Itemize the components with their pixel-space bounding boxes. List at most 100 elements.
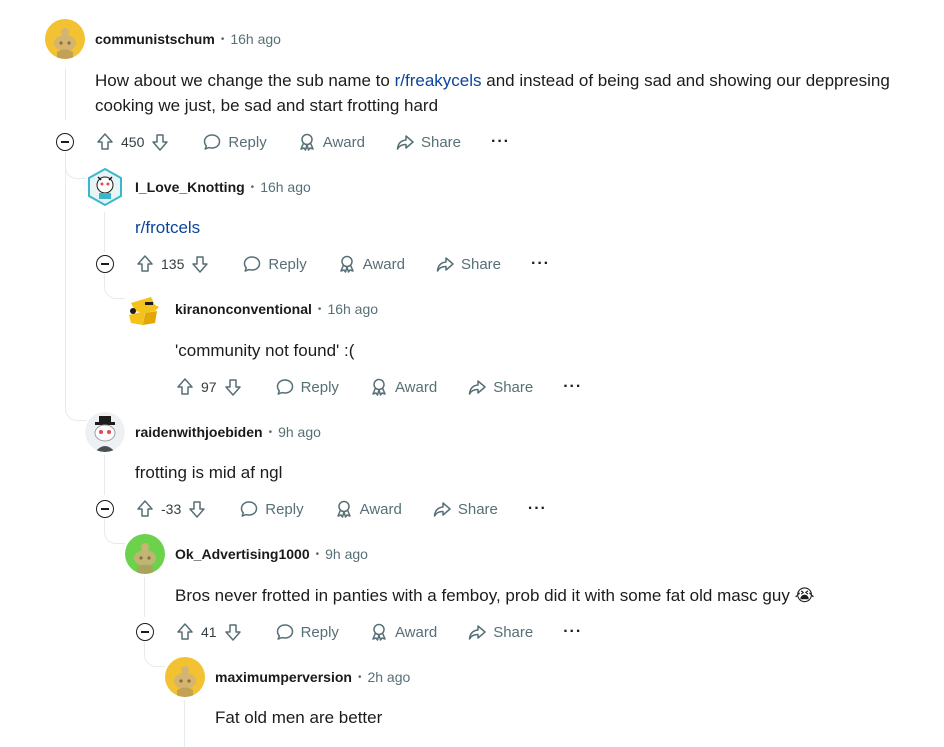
share-button[interactable]: Share xyxy=(467,377,533,397)
vote-group: -33 xyxy=(135,499,207,519)
upvote-icon[interactable] xyxy=(175,622,195,642)
upvote-icon[interactable] xyxy=(135,254,155,274)
share-icon xyxy=(435,254,455,274)
comment-body: 'community not found' :( xyxy=(175,341,355,360)
more-options-button[interactable]: ··· xyxy=(563,378,582,396)
comment-actions: -33 Reply Award Share ··· xyxy=(135,497,547,521)
downvote-icon[interactable] xyxy=(190,254,210,274)
downvote-icon[interactable] xyxy=(223,377,243,397)
thread-elbow xyxy=(104,527,125,544)
downvote-icon[interactable] xyxy=(187,499,207,519)
subreddit-link[interactable]: r/freakycels xyxy=(395,71,482,90)
timestamp[interactable]: 2h ago xyxy=(367,669,410,685)
reply-label: Reply xyxy=(268,255,307,273)
collapse-button[interactable] xyxy=(96,255,114,273)
reply-button[interactable]: Reply xyxy=(239,499,304,519)
comment-actions: 135 Reply Award Share ··· xyxy=(135,252,550,276)
vote-group: 97 xyxy=(175,377,243,397)
more-options-button[interactable]: ··· xyxy=(563,623,582,641)
snoo-avatar-icon xyxy=(88,167,122,207)
avatar[interactable] xyxy=(45,19,85,59)
share-button[interactable]: Share xyxy=(395,132,461,152)
vote-score: 97 xyxy=(201,379,217,395)
upvote-icon[interactable] xyxy=(135,499,155,519)
vote-score: -33 xyxy=(161,501,182,517)
username[interactable]: communistschum xyxy=(95,31,215,47)
award-button[interactable]: Award xyxy=(297,132,365,152)
username[interactable]: I_Love_Knotting xyxy=(135,179,245,195)
award-label: Award xyxy=(322,133,365,151)
more-options-button[interactable]: ··· xyxy=(531,255,550,273)
collapse-button[interactable] xyxy=(96,500,114,518)
snoo-avatar-icon xyxy=(125,534,165,574)
reply-icon xyxy=(242,254,262,274)
award-icon xyxy=(297,132,317,152)
timestamp[interactable]: 9h ago xyxy=(325,546,368,562)
collapse-button[interactable] xyxy=(56,133,74,151)
comment-text: Bros never frotted in panties with a fem… xyxy=(175,586,790,605)
downvote-icon[interactable] xyxy=(150,132,170,152)
downvote-icon[interactable] xyxy=(223,622,243,642)
award-icon xyxy=(369,622,389,642)
snoo-avatar-icon xyxy=(45,19,85,59)
vote-score: 41 xyxy=(201,624,217,640)
avatar[interactable] xyxy=(125,289,165,329)
award-button[interactable]: Award xyxy=(334,499,402,519)
username[interactable]: raidenwithjoebiden xyxy=(135,424,263,440)
separator-dot: • xyxy=(315,548,320,560)
username[interactable]: maximumperversion xyxy=(215,669,352,685)
more-options-button[interactable]: ··· xyxy=(491,133,510,151)
avatar[interactable] xyxy=(125,534,165,574)
share-button[interactable]: Share xyxy=(432,499,498,519)
avatar[interactable] xyxy=(85,167,125,207)
award-icon xyxy=(369,377,389,397)
thread-line-root-children xyxy=(65,152,66,412)
separator-dot: • xyxy=(268,426,273,438)
avatar[interactable] xyxy=(165,657,205,697)
separator-dot: • xyxy=(250,181,255,193)
avatar[interactable] xyxy=(85,412,125,452)
share-button[interactable]: Share xyxy=(435,254,501,274)
award-button[interactable]: Award xyxy=(369,622,437,642)
comment-body: Bros never frotted in panties with a fem… xyxy=(175,583,814,608)
upvote-icon[interactable] xyxy=(175,377,195,397)
reply-button[interactable]: Reply xyxy=(275,622,339,642)
thread-line-c2 xyxy=(104,212,105,252)
collapse-button[interactable] xyxy=(136,623,154,641)
reply-icon xyxy=(239,499,259,519)
timestamp[interactable]: 9h ago xyxy=(278,424,321,440)
timestamp[interactable]: 16h ago xyxy=(260,179,311,195)
award-label: Award xyxy=(359,500,402,518)
vote-group: 450 xyxy=(95,132,170,152)
award-button[interactable]: Award xyxy=(337,254,405,274)
award-label: Award xyxy=(394,623,438,641)
reply-button[interactable]: Reply xyxy=(275,377,339,397)
username[interactable]: kiranonconventional xyxy=(175,301,312,317)
reply-button[interactable]: Reply xyxy=(242,254,307,274)
thread-line-c6 xyxy=(184,700,185,747)
share-button[interactable]: Share xyxy=(467,622,533,642)
comment-actions: 97 Reply Award Share ··· xyxy=(175,375,582,399)
award-icon xyxy=(337,254,357,274)
share-label: Share xyxy=(460,255,501,273)
vote-score: 450 xyxy=(121,134,145,150)
username[interactable]: Ok_Advertising1000 xyxy=(175,546,310,562)
timestamp[interactable]: 16h ago xyxy=(327,301,378,317)
timestamp[interactable]: 16h ago xyxy=(230,31,281,47)
reply-label: Reply xyxy=(228,133,267,151)
comment-meta: raidenwithjoebiden • 9h ago xyxy=(135,424,321,440)
vote-group: 41 xyxy=(175,622,243,642)
reply-button[interactable]: Reply xyxy=(202,132,267,152)
upvote-icon[interactable] xyxy=(95,132,115,152)
subreddit-link[interactable]: r/frotcels xyxy=(135,218,200,237)
more-options-button[interactable]: ··· xyxy=(528,500,547,518)
separator-dot: • xyxy=(357,671,362,683)
award-button[interactable]: Award xyxy=(369,377,437,397)
comment-text: How about we change the sub name to xyxy=(95,71,395,90)
share-icon xyxy=(467,377,487,397)
comment-body: Fat old men are better xyxy=(215,708,383,727)
award-label: Award xyxy=(394,378,438,396)
reply-label: Reply xyxy=(300,378,339,396)
snoo-avatar-icon xyxy=(165,657,205,697)
award-icon xyxy=(334,499,354,519)
